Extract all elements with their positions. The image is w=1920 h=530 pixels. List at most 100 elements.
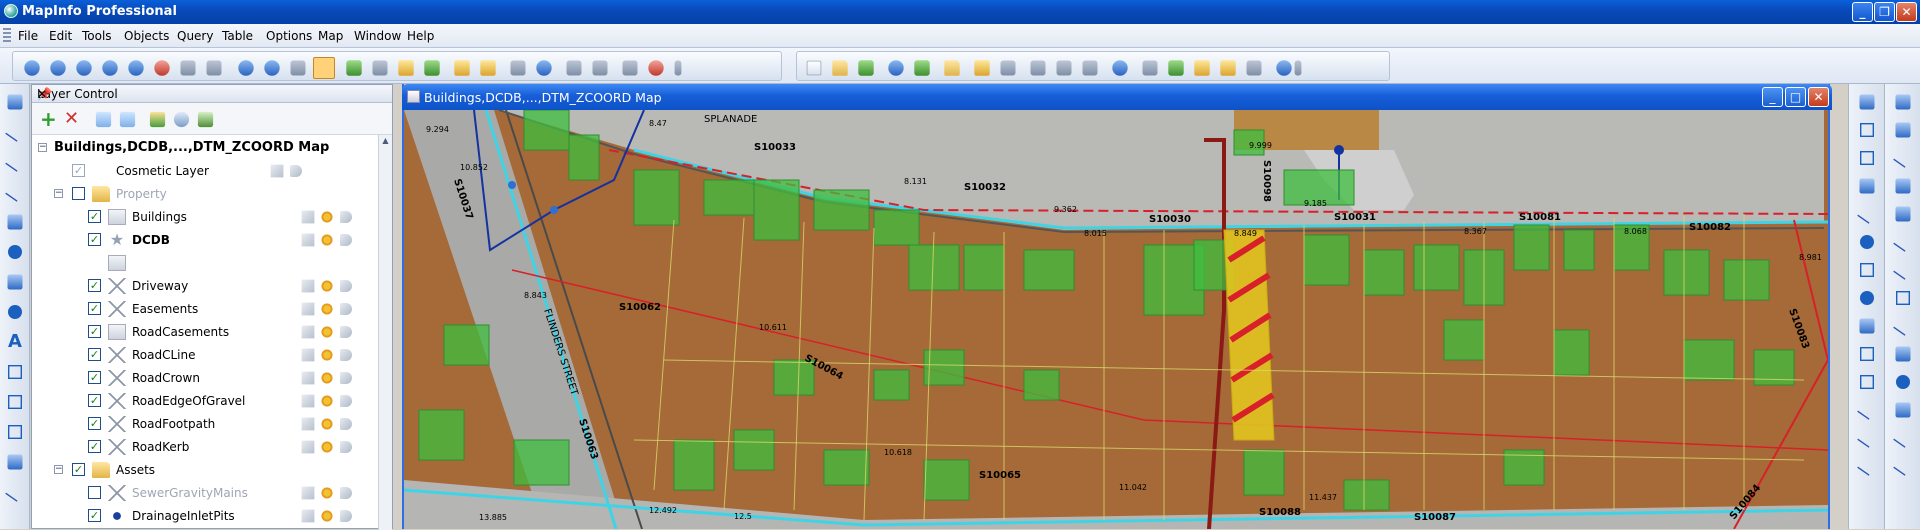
info-tool-icon[interactable] [346,60,362,76]
collapse-icon[interactable]: − [54,189,63,198]
add-layer-icon[interactable]: + [40,109,59,129]
snap-tool-icon[interactable] [1859,94,1875,110]
layer-row-roadcrown[interactable]: ✓ RoadCrown [32,367,378,390]
radius-select-icon[interactable] [76,60,92,76]
polygon-select-icon[interactable] [102,60,118,76]
change-view-icon[interactable] [290,60,306,76]
editable-icon[interactable] [270,164,284,178]
editable-icon[interactable] [301,371,315,385]
open-table-icon[interactable] [832,60,848,76]
refresh-layers-icon[interactable] [173,111,190,128]
layer-row-cosmetic[interactable]: ✓ Cosmetic Layer [32,160,378,183]
move-layer-up-icon[interactable] [95,111,112,128]
layer-checkbox[interactable]: ✓ [72,164,85,177]
close-button[interactable]: ✕ [1896,2,1917,22]
layer-checkbox[interactable] [88,486,101,499]
unselect-all-icon[interactable] [154,60,170,76]
circle-snap-icon[interactable] [1860,291,1874,305]
layer-row-driveway[interactable]: ✓ Driveway [32,275,378,298]
symbol-tool-icon[interactable] [7,94,23,110]
display-icon[interactable] [320,210,334,224]
display-icon[interactable] [320,233,334,247]
line-style-icon[interactable] [5,482,25,502]
map-maximize-button[interactable]: □ [1785,87,1806,107]
symbol-style-icon[interactable] [7,454,23,470]
menu-tools[interactable]: Tools [82,29,112,43]
label-icon[interactable] [290,165,302,177]
label-tool-icon[interactable] [398,60,414,76]
measure-tool-icon[interactable] [1857,456,1877,476]
compass-tool-icon[interactable] [1895,122,1911,138]
editable-icon[interactable] [301,509,315,523]
display-icon[interactable] [320,417,334,431]
symbol-snap-icon[interactable] [1896,375,1910,389]
menu-edit[interactable]: Edit [49,29,72,43]
new-grapher-icon[interactable] [1194,60,1210,76]
map-minimize-button[interactable]: _ [1762,87,1783,107]
layer-group-assets[interactable]: − ✓ Assets [32,459,378,482]
layer-checkbox[interactable]: ✓ [88,394,101,407]
display-icon[interactable] [320,486,334,500]
layer-control-close-icon[interactable]: ✕ [37,87,47,101]
reshape-icon[interactable] [648,60,664,76]
layer-row-sewergravitymains[interactable]: SewerGravityMains [32,482,378,505]
layer-checkbox[interactable]: ✓ [72,463,85,476]
offset-tool-icon[interactable] [1857,428,1877,448]
layer-checkbox[interactable]: ✓ [88,440,101,453]
rect-snap-icon[interactable] [1860,263,1874,277]
ruler-icon[interactable] [480,60,496,76]
select-arrow-icon[interactable] [24,60,40,76]
label-icon[interactable] [340,303,352,315]
layer-row-easements[interactable]: ✓ Easements [32,298,378,321]
invert-selection-icon[interactable] [180,60,196,76]
new-mapper-icon[interactable] [1168,60,1184,76]
layer-row-buildings[interactable]: ✓ Buildings [32,206,378,229]
split-tool-icon[interactable] [1859,178,1875,194]
open-dbms-icon[interactable] [858,60,874,76]
text-tool-icon[interactable]: A [5,332,25,352]
new-redistrict-icon[interactable] [1246,60,1262,76]
polyline-tool-icon[interactable] [5,152,25,172]
label-icon[interactable] [340,280,352,292]
label-icon[interactable] [340,441,352,453]
box-tool-icon[interactable] [1860,347,1874,361]
set-clip-icon[interactable] [592,60,608,76]
editable-icon[interactable] [301,394,315,408]
editable-icon[interactable] [301,302,315,316]
add-node-tool-icon[interactable] [8,425,22,439]
pen-tool-icon[interactable] [1893,148,1913,168]
bearing-tool-icon[interactable] [1893,456,1913,476]
menu-map[interactable]: Map [318,29,343,43]
frame-tool-icon[interactable] [8,365,22,379]
paste-icon[interactable] [1082,60,1098,76]
print-preview-icon[interactable] [974,60,990,76]
map-close-button[interactable]: ✕ [1808,87,1829,107]
editable-icon[interactable] [301,440,315,454]
map-root-row[interactable]: − Buildings,DCDB,...,DTM_ZCOORD Map [32,137,378,160]
ellipse-tool-icon[interactable] [8,245,22,259]
menu-help[interactable]: Help [407,29,434,43]
graph-select-icon[interactable] [206,60,222,76]
erase-tool-icon[interactable] [1859,318,1875,334]
doc-tool-icon[interactable] [1860,375,1874,389]
editable-icon[interactable] [301,486,315,500]
move-layer-down-icon[interactable] [119,111,136,128]
arc-tool-icon[interactable] [5,182,25,202]
drag-window-icon[interactable] [424,60,440,76]
label-icon[interactable] [340,372,352,384]
help-icon[interactable] [1276,60,1292,76]
layer-tree-scrollbar[interactable]: ▲ [378,135,392,530]
copy-icon[interactable] [1056,60,1072,76]
scroll-up-icon[interactable]: ▲ [380,136,391,148]
layer-checkbox[interactable]: ✓ [88,509,101,522]
zoom-out-icon[interactable] [264,60,280,76]
polygon-tool-icon[interactable] [7,214,23,230]
open-workspace-icon[interactable] [944,60,960,76]
node-tool-icon[interactable] [1860,123,1874,137]
undo-icon[interactable] [1112,60,1128,76]
cross-tool-icon[interactable] [1893,232,1913,252]
layer-row-roadcline[interactable]: ✓ RoadCLine [32,344,378,367]
reshape-tool-icon[interactable] [8,395,22,409]
layer-checkbox[interactable]: ✓ [88,325,101,338]
layer-row-roadkerb[interactable]: ✓ RoadKerb [32,436,378,459]
